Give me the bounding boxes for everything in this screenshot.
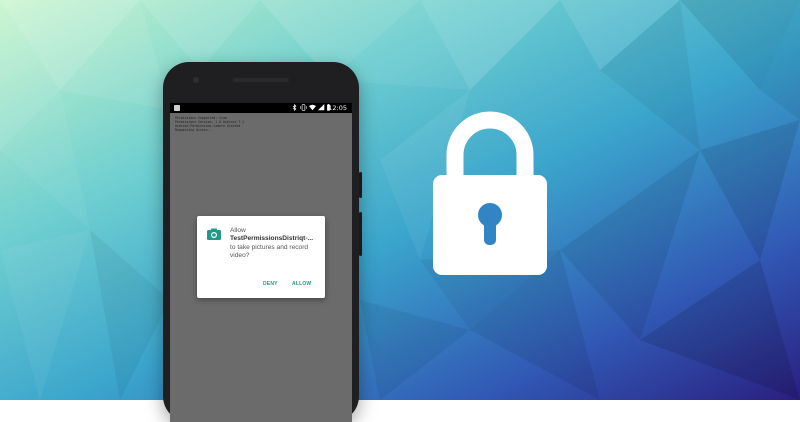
notification-icon [174,105,180,111]
status-time: 12:05 [328,104,347,112]
log-line: Requesting Access... [175,128,214,132]
polygon-background [0,0,800,400]
allow-button[interactable]: ALLOW [292,281,311,287]
permission-message: Allow TestPermissionsDistriqt-... to tak… [230,227,322,261]
permission-message-detail: to take pictures and record video? [230,243,309,260]
app-log-output: Permissions Supported: true Permissions … [170,113,352,135]
permission-dialog: Allow TestPermissionsDistriqt-... to tak… [197,216,325,298]
volume-button [359,212,362,256]
permission-app-name: TestPermissionsDistriqt-... [230,235,314,243]
camera-icon [207,228,221,240]
cellular-signal-icon [318,104,325,111]
wifi-icon [309,104,316,111]
power-button [359,172,362,198]
phone-screen: 12:05 Permissions Supported: true Permis… [170,103,352,422]
padlock-icon [433,111,547,275]
earpiece-speaker [233,78,289,82]
vibrate-icon [300,104,307,111]
android-phone: 12:05 Permissions Supported: true Permis… [163,62,362,422]
deny-button[interactable]: DENY [263,281,278,287]
permission-message-allow: Allow [230,227,246,234]
front-camera [193,77,199,83]
bluetooth-icon [292,104,297,111]
status-bar: 12:05 [170,103,352,113]
